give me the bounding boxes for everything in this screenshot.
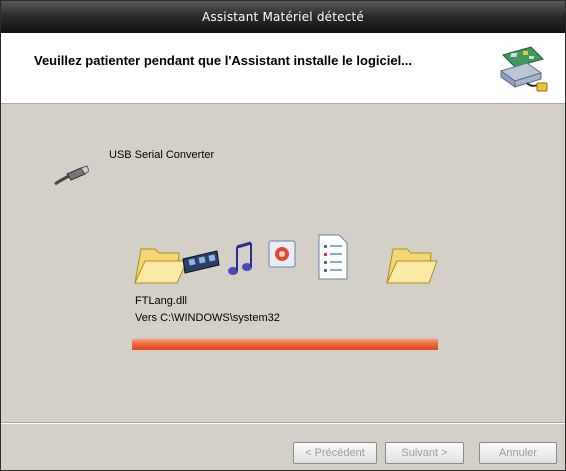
folder-icon: [134, 248, 188, 284]
hardware-wizard-icon: [499, 46, 548, 92]
copy-progress-bar: [132, 338, 438, 350]
wizard-heading: Veuillez patienter pendant que l'Assista…: [34, 53, 413, 68]
music-note-icon: [228, 241, 252, 275]
title-bar[interactable]: Assistant Matériel détecté: [1, 1, 565, 33]
device-name: USB Serial Converter: [109, 149, 215, 161]
film-icon: [182, 250, 220, 274]
file-copy-animation: [134, 234, 438, 284]
next-button[interactable]: Suivant >: [385, 442, 464, 464]
hardware-wizard-window: Assistant Matériel détecté Veuillez pati…: [0, 0, 566, 471]
folder-icon: [386, 248, 438, 284]
document-icon: [318, 234, 348, 280]
progress-fill: [132, 338, 438, 350]
image-file-icon: [268, 240, 296, 268]
usb-plug-icon: [54, 165, 89, 186]
wizard-header: Veuillez patienter pendant que l'Assista…: [1, 33, 565, 104]
destination-path: Vers C:\WINDOWS\system32: [135, 312, 280, 324]
current-file: FTLang.dll: [135, 295, 187, 307]
back-button[interactable]: < Précédent: [293, 442, 377, 464]
window-title: Assistant Matériel détecté: [201, 10, 365, 24]
cancel-button[interactable]: Annuler: [479, 442, 557, 464]
button-separator: [1, 422, 565, 424]
